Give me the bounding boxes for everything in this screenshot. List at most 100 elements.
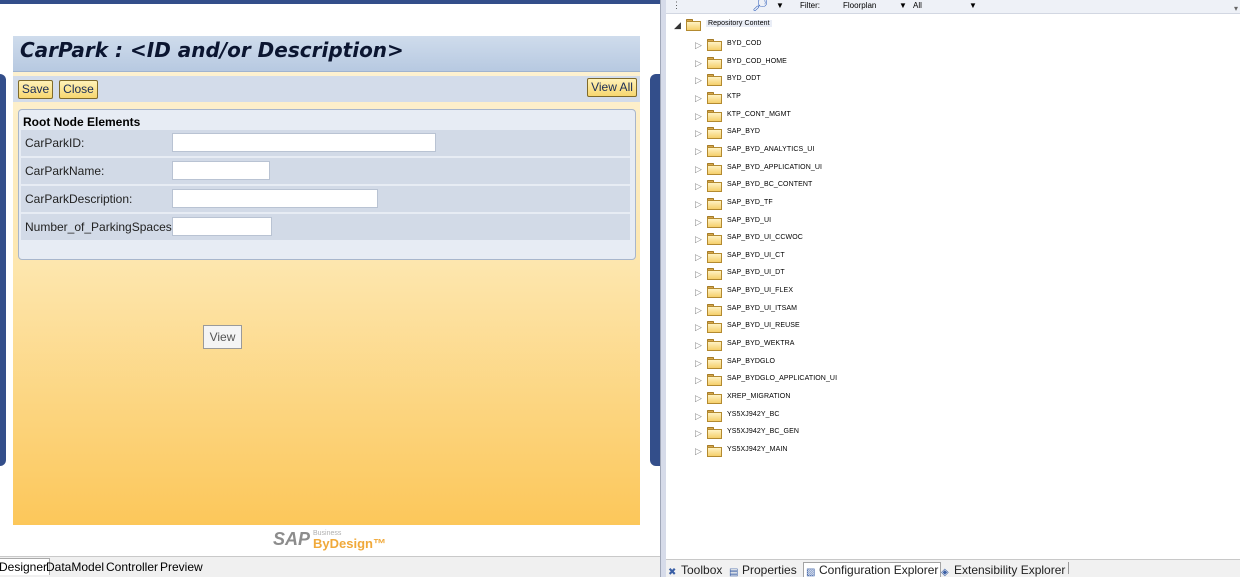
- expand-arrow-icon[interactable]: ▷: [695, 234, 702, 245]
- carparkid-input[interactable]: [172, 133, 436, 152]
- folder-icon: [707, 268, 722, 281]
- expand-arrow-icon[interactable]: ▷: [695, 252, 702, 263]
- tree-item-label: SAP_BYDGLO: [727, 357, 776, 365]
- expand-arrow-icon[interactable]: ▷: [695, 111, 702, 122]
- expand-arrow-icon[interactable]: ▷: [695, 358, 702, 369]
- tree-item-label: SAP_BYD: [727, 128, 760, 136]
- folder-icon: [707, 286, 722, 299]
- folder-icon: [707, 109, 722, 122]
- tab-datamodel[interactable]: DataModel: [44, 559, 106, 576]
- folder-icon: [707, 427, 722, 440]
- field-row-carparkname[interactable]: CarParkName:: [21, 158, 630, 184]
- folder-icon: [707, 74, 722, 87]
- tab-preview[interactable]: Preview: [158, 559, 205, 576]
- view-all-button[interactable]: View All: [587, 78, 637, 97]
- field-label: CarParkDescription:: [25, 192, 133, 206]
- designer-tabs: Designer DataModel Controller Preview: [0, 556, 662, 577]
- filter-type-select[interactable]: Floorplan ▼: [843, 0, 911, 12]
- tab-separator: [1068, 562, 1069, 574]
- tree-item-label: XREP_MIGRATION: [727, 393, 791, 400]
- toolbar-grip-icon[interactable]: ⋮: [672, 0, 681, 11]
- tree-item-label: YS5XJ942Y_BC_GEN: [727, 428, 800, 436]
- extensibility-explorer-icon: ◈: [941, 567, 949, 577]
- chevron-down-icon: ▼: [969, 1, 977, 10]
- expand-arrow-icon[interactable]: ▷: [695, 411, 702, 422]
- expand-arrow-icon[interactable]: ▷: [695, 75, 702, 86]
- designer-frame-left: [0, 74, 6, 466]
- root-node-section[interactable]: Root Node Elements CarParkID: CarParkNam…: [18, 109, 636, 260]
- title-bar: CarPark : <ID and/or Description>: [13, 36, 640, 72]
- save-button[interactable]: Save: [18, 80, 53, 99]
- folder-icon: [707, 233, 722, 246]
- brand-bydesign: ByDesign™: [313, 536, 386, 551]
- tree-item-label: SAP_BYD_UI_REUSE: [727, 322, 800, 330]
- close-button[interactable]: Close: [59, 80, 98, 99]
- tab-extensibility-explorer[interactable]: ◈ Extensibility Explorer: [941, 563, 1065, 577]
- page-title[interactable]: CarPark : <ID and/or Description>: [20, 38, 404, 62]
- expand-arrow-icon[interactable]: ▷: [695, 164, 702, 175]
- expand-arrow-icon[interactable]: ▷: [695, 322, 702, 333]
- expand-arrow-icon[interactable]: ▷: [695, 269, 702, 280]
- tab-toolbox[interactable]: ✖ Toolbox: [668, 563, 722, 577]
- carparkdescription-input[interactable]: [172, 189, 378, 208]
- designer-pane: CarPark : <ID and/or Description> Save C…: [0, 0, 662, 577]
- folder-icon: [707, 374, 722, 387]
- expand-arrow-icon[interactable]: ▷: [695, 40, 702, 51]
- expand-arrow-icon[interactable]: ▷: [695, 146, 702, 157]
- expand-arrow-icon[interactable]: ▷: [695, 199, 702, 210]
- tab-controller[interactable]: Controller: [104, 559, 160, 576]
- tree-item-label: YS5XJ942Y_BC: [727, 410, 780, 418]
- folder-icon: [707, 303, 722, 316]
- tree-item-label: SAP_BYD_UI_CT: [727, 251, 785, 259]
- folder-icon: [707, 39, 722, 51]
- expand-arrow-icon[interactable]: ▷: [695, 287, 702, 298]
- tree-item-label: SAP_BYD_UI_ITSAM: [727, 304, 798, 312]
- repository-pane: ⋮ 🔎︎ ▼ Filter: Floorplan ▼ All ▼ ▾ ◢ Rep…: [666, 0, 1240, 577]
- tree-item-label: SAP_BYD_UI_CCWOC: [727, 234, 803, 242]
- parkingspaces-input[interactable]: [172, 217, 272, 236]
- tree-item-label: KTP: [727, 92, 741, 100]
- tree-item-label: BYD_COD: [727, 40, 762, 47]
- expand-arrow-icon[interactable]: ▷: [695, 305, 702, 316]
- expand-arrow-icon[interactable]: ▷: [695, 446, 702, 457]
- expand-arrow-icon[interactable]: ▷: [695, 181, 702, 192]
- expand-arrow-icon[interactable]: ▷: [695, 93, 702, 104]
- search-icon[interactable]: 🔎︎: [752, 0, 769, 12]
- designer-canvas: CarPark : <ID and/or Description> Save C…: [13, 36, 640, 525]
- expand-arrow-icon[interactable]: ▷: [695, 375, 702, 386]
- tab-configuration-explorer[interactable]: ▧ Configuration Explorer: [803, 562, 942, 577]
- tree-item-label: SAP_BYD_BC_CONTENT: [727, 181, 813, 189]
- tab-configuration-explorer-label: Configuration Explorer: [819, 563, 939, 577]
- expand-arrow-icon[interactable]: ▷: [695, 393, 702, 404]
- expand-arrow-icon[interactable]: ▷: [695, 340, 702, 351]
- view-button[interactable]: View: [203, 325, 242, 349]
- tree-item-label: BYD_ODT: [727, 75, 761, 83]
- field-row-parkingspaces[interactable]: Number_of_ParkingSpaces:: [21, 214, 630, 240]
- tree-item-label: SAP_BYDGLO_APPLICATION_UI: [727, 375, 838, 383]
- expand-arrow-icon[interactable]: ▷: [695, 217, 702, 228]
- field-row-carparkid[interactable]: CarParkID:: [21, 130, 630, 156]
- folder-icon: [707, 339, 722, 352]
- search-dropdown-caret-icon[interactable]: ▼: [776, 1, 784, 11]
- designer-frame-top: [0, 0, 660, 4]
- expand-arrow-icon[interactable]: ◢: [674, 20, 681, 31]
- tree-item-label: SAP_BYD_WEKTRA: [727, 340, 795, 348]
- tree-item-label: BYD_COD_HOME: [727, 57, 787, 65]
- carparkname-input[interactable]: [172, 161, 270, 180]
- expand-arrow-icon[interactable]: ▷: [695, 58, 702, 69]
- folder-icon: [707, 197, 722, 210]
- filter-value-select[interactable]: All ▼: [913, 0, 981, 12]
- tab-designer[interactable]: Designer: [0, 558, 51, 575]
- tree-root-label: Repository Content: [706, 20, 772, 27]
- form-toolbar: Save Close View All: [13, 76, 640, 102]
- tree-item-label: YS5XJ942Y_MAIN: [727, 445, 788, 453]
- designer-frame-right: [650, 74, 660, 466]
- overflow-icon[interactable]: ▾: [1234, 4, 1238, 13]
- tree-item-label: SAP_BYD_UI_FLEX: [727, 287, 794, 295]
- tab-properties[interactable]: ▤ Properties: [729, 563, 797, 577]
- expand-arrow-icon[interactable]: ▷: [695, 428, 702, 439]
- expand-arrow-icon[interactable]: ▷: [695, 128, 702, 139]
- open-folder-icon: [686, 19, 701, 31]
- field-row-carparkdescription[interactable]: CarParkDescription:: [21, 186, 630, 212]
- folder-icon: [707, 392, 722, 404]
